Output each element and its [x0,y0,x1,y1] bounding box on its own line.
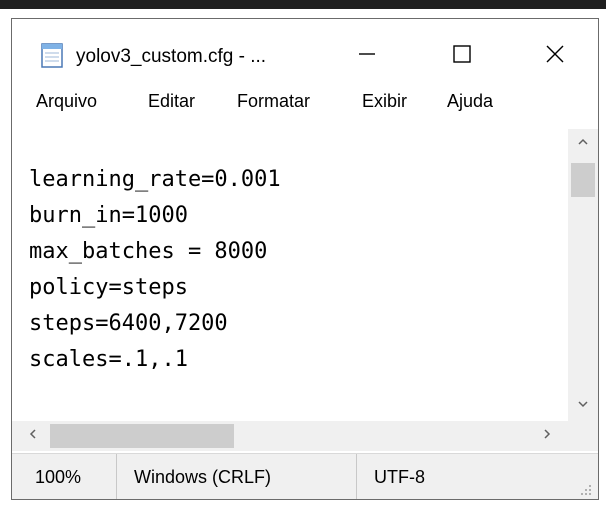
scroll-up-button[interactable] [568,129,598,159]
menu-bar: Arquivo Editar Formatar Exibir Ajuda [12,85,598,123]
window-title: yolov3_custom.cfg - ... [76,46,267,67]
vertical-scroll-thumb[interactable] [571,163,595,197]
vertical-scrollbar[interactable] [568,129,598,421]
menu-exibir[interactable]: Exibir [362,91,407,112]
editor-line: burn_in=1000 [29,203,188,228]
status-divider [356,454,357,499]
scroll-down-button[interactable] [568,391,598,421]
editor-line: scales=.1,.1 [29,347,188,372]
close-icon [545,44,565,64]
notepad-window: yolov3_custom.cfg - ... Arquivo Editar F… [11,18,599,500]
maximize-icon [452,44,472,64]
notepad-icon [38,41,66,69]
chevron-down-icon [577,397,589,415]
zoom-level: 100% [35,467,82,487]
scroll-left-button[interactable] [18,421,48,451]
line-ending: Windows (CRLF) [134,467,272,487]
maximize-button[interactable] [439,31,485,77]
chevron-right-icon [541,427,553,445]
minimize-icon [357,44,377,64]
status-bar: 100% Windows (CRLF) UTF-8 [12,453,598,499]
scroll-right-button[interactable] [532,421,562,451]
editor-line: steps=6400,7200 [29,311,228,336]
horizontal-scroll-thumb[interactable] [50,424,234,448]
menu-ajuda[interactable]: Ajuda [447,91,493,112]
chevron-left-icon [27,427,39,445]
menu-arquivo[interactable]: Arquivo [36,91,97,112]
menu-editar[interactable]: Editar [148,91,195,112]
status-divider [116,454,117,499]
menu-formatar[interactable]: Formatar [237,91,310,112]
scrollbar-corner [568,421,598,451]
editor-line: max_batches = 8000 [29,239,268,264]
text-editor[interactable]: learning_rate=0.001 burn_in=1000 max_bat… [12,129,568,421]
chevron-up-icon [577,135,589,153]
resize-grip-icon[interactable] [578,482,592,496]
encoding: UTF-8 [374,467,425,487]
title-bar[interactable]: yolov3_custom.cfg - ... [12,19,598,85]
editor-line: learning_rate=0.001 [29,167,281,192]
top-dark-strip [0,0,606,9]
editor-line: policy=steps [29,275,188,300]
minimize-button[interactable] [344,31,390,77]
horizontal-scrollbar[interactable] [12,421,568,451]
close-button[interactable] [532,31,578,77]
